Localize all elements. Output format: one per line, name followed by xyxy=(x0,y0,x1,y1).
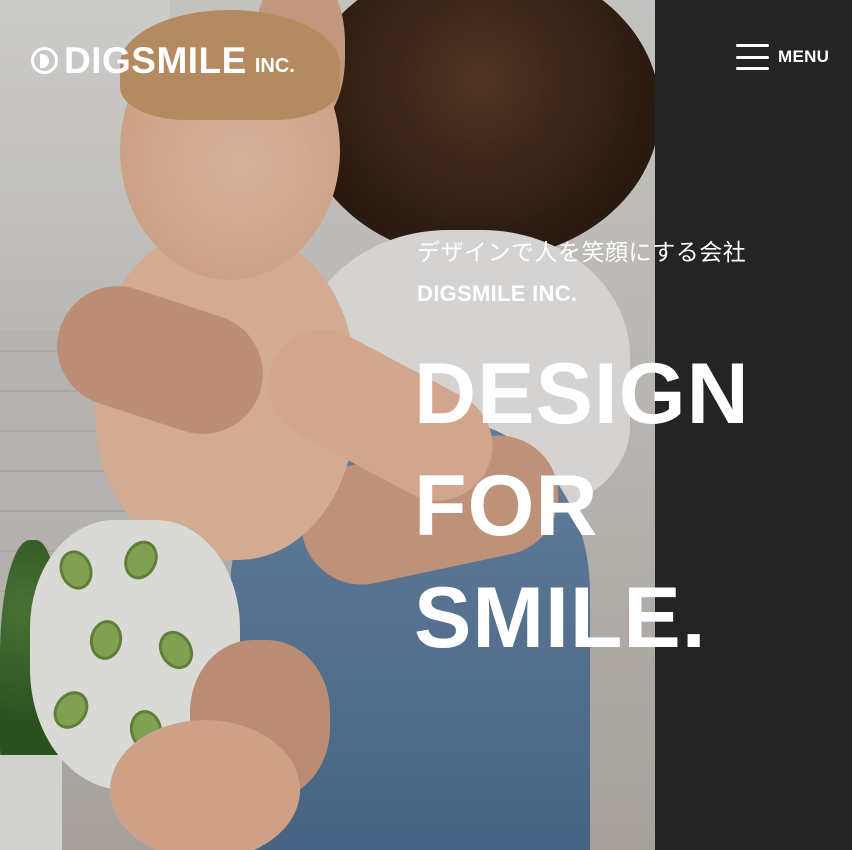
menu-button[interactable]: MENU xyxy=(736,44,829,70)
headline-line-1: DESIGN xyxy=(414,346,750,442)
site-logo[interactable]: DIGSMILE INC. xyxy=(31,42,295,79)
tagline-company-name: DIGSMILE INC. xyxy=(417,281,578,306)
headline-line-3: SMILE. xyxy=(414,570,707,666)
tagline-japanese: デザインで人を笑顔にする会社 xyxy=(417,240,747,266)
hero-headline: DESIGN FOR SMILE. xyxy=(414,338,750,674)
logo-sub: INC. xyxy=(254,55,295,77)
headline-line-2: FOR xyxy=(414,458,599,554)
hamburger-icon xyxy=(736,44,769,70)
menu-label: MENU xyxy=(778,47,830,66)
logo-text: DIGSMILE xyxy=(64,40,247,81)
circle-d-logo-icon xyxy=(31,47,58,74)
